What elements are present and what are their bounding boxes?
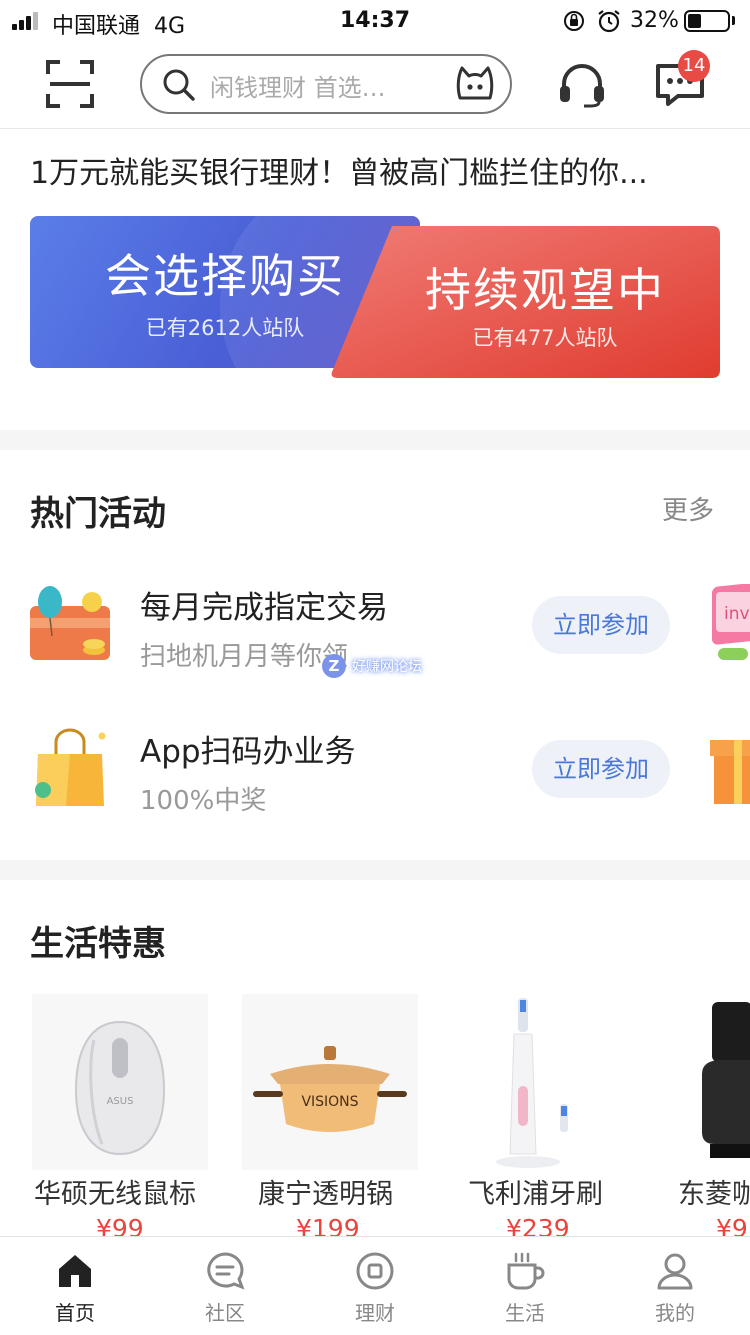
product-name: 华硕无线鼠标 [34, 1179, 196, 1210]
user-icon [657, 1253, 693, 1290]
tab-label: 生活 [505, 1301, 545, 1325]
more-link[interactable]: 更多 [662, 490, 714, 527]
tab-label: 我的 [655, 1301, 695, 1325]
vote-wait-card[interactable]: 持续观望中 已有477人站队 [330, 226, 720, 378]
vote-wait-count: 已有477人站队 [472, 326, 618, 350]
battery-icon [684, 10, 730, 32]
activity-title[interactable]: 每月完成指定交易 [140, 582, 388, 627]
product-card[interactable] [452, 994, 628, 1174]
tab-finance[interactable]: 理财 [300, 1237, 450, 1335]
product-card[interactable]: ASUS [32, 994, 208, 1174]
join-button[interactable]: 立即参加 [532, 740, 670, 798]
tab-label: 理财 [355, 1301, 395, 1325]
section-separator [0, 430, 750, 450]
tab-me[interactable]: 我的 [600, 1237, 750, 1335]
scan-icon[interactable] [46, 60, 94, 108]
hot-activities-title: 热门活动 [30, 494, 166, 534]
search-icon [163, 69, 195, 101]
mascot-icon[interactable] [454, 62, 496, 104]
product-brand-text: VISIONS [301, 1094, 358, 1110]
product-name: 飞利浦牙刷 [468, 1179, 603, 1210]
product-image-pot: VISIONS [242, 994, 418, 1170]
tab-home[interactable]: 首页 [0, 1237, 150, 1335]
shopping-bag-icon [35, 728, 106, 806]
product-card[interactable]: VISIONS [242, 994, 418, 1174]
product-image-mouse: ASUS [32, 994, 208, 1170]
peek-card-text: inv [724, 604, 750, 624]
vote-wait-title: 持续观望中 [425, 263, 665, 317]
product-name: 康宁透明锅 [258, 1179, 393, 1210]
battery-percent: 32% [630, 8, 679, 33]
header-divider [0, 128, 750, 129]
product-card[interactable] [662, 994, 750, 1170]
coffee-cup-icon [507, 1252, 545, 1290]
tab-label: 首页 [55, 1301, 95, 1325]
status-bar: 中国联通 4G 14:37 32% [0, 0, 750, 42]
coin-icon [356, 1252, 394, 1290]
watermark-badge: Z [322, 654, 346, 678]
tab-label: 社区 [205, 1301, 245, 1325]
life-deals-title: 生活特惠 [30, 924, 166, 964]
product-name: 东菱咖 [678, 1179, 750, 1210]
peek-card-gift[interactable] [710, 732, 750, 806]
product-image-coffee-maker [662, 994, 750, 1170]
activity-subtitle: 100%中奖 [140, 786, 267, 816]
peek-card-invite[interactable]: inv [710, 584, 750, 662]
activity-title[interactable]: App扫码办业务 [140, 726, 356, 771]
search-input[interactable]: 闲钱理财 首选… [210, 68, 386, 103]
battery-tip [732, 16, 735, 25]
watermark-text: 好赚网论坛 [352, 659, 422, 675]
product-image-toothbrush [452, 994, 628, 1170]
tab-bar: 首页 社区 理财 生活 我的 [0, 1236, 750, 1335]
join-button[interactable]: 立即参加 [532, 596, 670, 654]
chat-bubble-icon [207, 1252, 245, 1290]
bank-card-gift-icon [30, 586, 110, 660]
message-badge: 14 [678, 50, 710, 82]
alarm-icon [598, 10, 620, 33]
product-brand-text: ASUS [107, 1096, 134, 1107]
article-headline[interactable]: 1万元就能买银行理财！曾被高门槛拦住的你... [30, 148, 648, 192]
rotation-lock-icon [564, 11, 584, 31]
tab-community[interactable]: 社区 [150, 1237, 300, 1335]
section-separator [0, 860, 750, 880]
tab-life[interactable]: 生活 [450, 1237, 600, 1335]
home-icon [59, 1255, 91, 1287]
activity-subtitle: 扫地机月月等你领 [140, 642, 349, 672]
headset-icon[interactable] [556, 60, 608, 108]
